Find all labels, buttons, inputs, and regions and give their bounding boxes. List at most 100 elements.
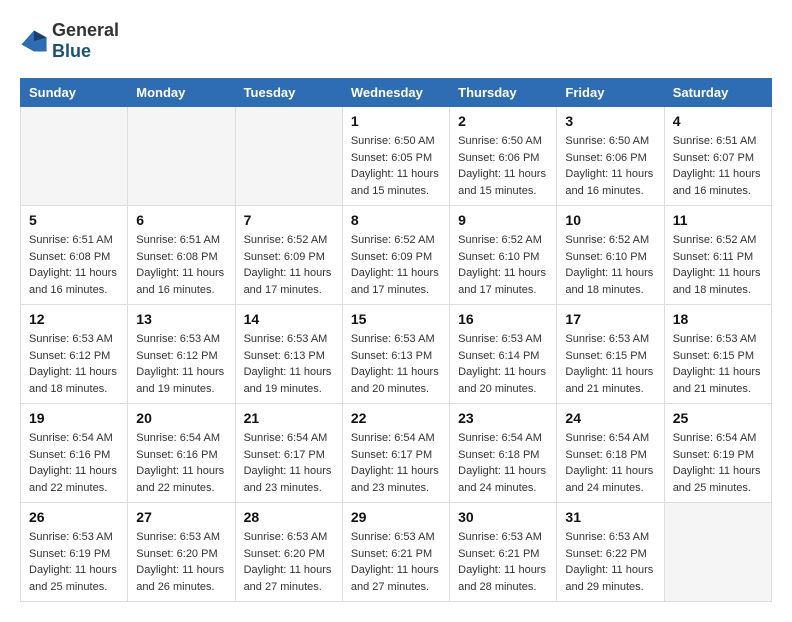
day-info: Sunrise: 6:52 AMSunset: 6:09 PMDaylight:… — [244, 232, 334, 298]
sunset-text: Sunset: 6:08 PM — [136, 249, 226, 266]
sunset-text: Sunset: 6:06 PM — [565, 150, 655, 167]
day-number: 22 — [351, 410, 441, 426]
calendar-cell-4-3: 21 Sunrise: 6:54 AMSunset: 6:17 PMDayligh… — [235, 404, 342, 503]
sunset-text: Sunset: 6:19 PM — [673, 447, 763, 464]
calendar-cell-2-2: 6Sunrise: 6:51 AMSunset: 6:08 PMDaylight… — [128, 206, 235, 305]
calendar-cell-3-1: 12 Sunrise: 6:53 AMSunset: 6:12 PMDayligh… — [21, 305, 128, 404]
day-number: 15 — [351, 311, 441, 327]
day-info: Sunrise: 6:54 AMSunset: 6:18 PMDaylight:… — [565, 430, 655, 496]
sunset-text: Sunset: 6:10 PM — [565, 249, 655, 266]
weekday-header-wednesday: Wednesday — [342, 79, 449, 107]
sunrise-text: Sunrise: 6:53 AM — [29, 529, 119, 546]
sunset-text: Sunset: 6:09 PM — [351, 249, 441, 266]
calendar-cell-4-1: 19Sunrise: 6:54 AMSunset: 6:16 PMDayligh… — [21, 404, 128, 503]
calendar: SundayMondayTuesdayWednesdayThursdayFrid… — [20, 78, 772, 602]
day-info: Sunrise: 6:51 AMSunset: 6:07 PMDaylight:… — [673, 133, 763, 199]
daylight-text: Daylight: 11 hours and 15 minutes. — [458, 166, 548, 199]
calendar-cell-1-4: 1Sunrise: 6:50 AMSunset: 6:05 PMDaylight… — [342, 107, 449, 206]
calendar-cell-4-7: 25Sunrise: 6:54 AMSunset: 6:19 PMDayligh… — [664, 404, 771, 503]
weekday-header-tuesday: Tuesday — [235, 79, 342, 107]
day-number: 27 — [136, 509, 226, 525]
calendar-cell-2-6: 10 Sunrise: 6:52 AMSunset: 6:10 PMDayligh… — [557, 206, 664, 305]
day-info: Sunrise: 6:54 AMSunset: 6:17 PMDaylight:… — [351, 430, 441, 496]
calendar-cell-3-4: 15 Sunrise: 6:53 AMSunset: 6:13 PMDayligh… — [342, 305, 449, 404]
sunrise-text: Sunrise: 6:54 AM — [136, 430, 226, 447]
day-info: Sunrise: 6:53 AMSunset: 6:19 PMDaylight:… — [29, 529, 119, 595]
weekday-header-friday: Friday — [557, 79, 664, 107]
calendar-cell-4-5: 23Sunrise: 6:54 AMSunset: 6:18 PMDayligh… — [450, 404, 557, 503]
sunrise-text: Sunrise: 6:54 AM — [244, 430, 334, 447]
day-info: Sunrise: 6:53 AMSunset: 6:14 PMDaylight:… — [458, 331, 548, 397]
sunset-text: Sunset: 6:19 PM — [29, 546, 119, 563]
daylight-text: Daylight: 11 hours and 16 minutes. — [565, 166, 655, 199]
day-info: Sunrise: 6:52 AMSunset: 6:09 PMDaylight:… — [351, 232, 441, 298]
sunrise-text: Sunrise: 6:53 AM — [565, 331, 655, 348]
day-number: 18 — [673, 311, 763, 327]
weekday-header-saturday: Saturday — [664, 79, 771, 107]
sunset-text: Sunset: 6:21 PM — [351, 546, 441, 563]
day-number: 31 — [565, 509, 655, 525]
sunset-text: Sunset: 6:14 PM — [458, 348, 548, 365]
weekday-header-monday: Monday — [128, 79, 235, 107]
calendar-cell-5-1: 26Sunrise: 6:53 AMSunset: 6:19 PMDayligh… — [21, 503, 128, 602]
sunset-text: Sunset: 6:15 PM — [673, 348, 763, 365]
week-row-5: 26Sunrise: 6:53 AMSunset: 6:19 PMDayligh… — [21, 503, 772, 602]
calendar-cell-1-6: 3Sunrise: 6:50 AMSunset: 6:06 PMDaylight… — [557, 107, 664, 206]
sunrise-text: Sunrise: 6:52 AM — [458, 232, 548, 249]
sunset-text: Sunset: 6:06 PM — [458, 150, 548, 167]
logo-icon — [20, 27, 48, 55]
day-info: Sunrise: 6:53 AMSunset: 6:20 PMDaylight:… — [136, 529, 226, 595]
calendar-cell-4-2: 20Sunrise: 6:54 AMSunset: 6:16 PMDayligh… — [128, 404, 235, 503]
day-number: 10 — [565, 212, 655, 228]
sunset-text: Sunset: 6:10 PM — [458, 249, 548, 266]
calendar-cell-3-6: 17Sunrise: 6:53 AMSunset: 6:15 PMDayligh… — [557, 305, 664, 404]
day-info: Sunrise: 6:52 AMSunset: 6:10 PMDaylight:… — [458, 232, 548, 298]
daylight-text: Daylight: 11 hours and 25 minutes. — [673, 463, 763, 496]
day-info: Sunrise: 6:52 AMSunset: 6:10 PMDaylight:… — [565, 232, 655, 298]
sunrise-text: Sunrise: 6:52 AM — [244, 232, 334, 249]
day-info: Sunrise: 6:53 AMSunset: 6:12 PMDaylight:… — [29, 331, 119, 397]
day-info: Sunrise: 6:53 AMSunset: 6:21 PMDaylight:… — [351, 529, 441, 595]
daylight-text: Daylight: 11 hours and 18 minutes. — [29, 364, 119, 397]
daylight-text: Daylight: 11 hours and 17 minutes. — [458, 265, 548, 298]
day-info: Sunrise: 6:50 AMSunset: 6:06 PMDaylight:… — [565, 133, 655, 199]
sunrise-text: Sunrise: 6:50 AM — [458, 133, 548, 150]
sunrise-text: Sunrise: 6:54 AM — [673, 430, 763, 447]
day-number: 5 — [29, 212, 119, 228]
calendar-cell-3-2: 13Sunrise: 6:53 AMSunset: 6:12 PMDayligh… — [128, 305, 235, 404]
day-info: Sunrise: 6:53 AMSunset: 6:13 PMDaylight:… — [351, 331, 441, 397]
calendar-cell-4-6: 24 Sunrise: 6:54 AMSunset: 6:18 PMDayligh… — [557, 404, 664, 503]
day-info: Sunrise: 6:53 AMSunset: 6:21 PMDaylight:… — [458, 529, 548, 595]
calendar-cell-3-5: 16Sunrise: 6:53 AMSunset: 6:14 PMDayligh… — [450, 305, 557, 404]
sunrise-text: Sunrise: 6:53 AM — [351, 331, 441, 348]
day-number: 14 — [244, 311, 334, 327]
sunrise-text: Sunrise: 6:53 AM — [458, 529, 548, 546]
day-number: 24 — [565, 410, 655, 426]
sunset-text: Sunset: 6:17 PM — [244, 447, 334, 464]
calendar-cell-1-2 — [128, 107, 235, 206]
sunrise-text: Sunrise: 6:52 AM — [565, 232, 655, 249]
sunrise-text: Sunrise: 6:53 AM — [351, 529, 441, 546]
sunset-text: Sunset: 6:22 PM — [565, 546, 655, 563]
day-info: Sunrise: 6:50 AMSunset: 6:05 PMDaylight:… — [351, 133, 441, 199]
calendar-cell-5-5: 30Sunrise: 6:53 AMSunset: 6:21 PMDayligh… — [450, 503, 557, 602]
calendar-cell-2-1: 5Sunrise: 6:51 AMSunset: 6:08 PMDaylight… — [21, 206, 128, 305]
calendar-cell-1-7: 4Sunrise: 6:51 AMSunset: 6:07 PMDaylight… — [664, 107, 771, 206]
sunset-text: Sunset: 6:18 PM — [458, 447, 548, 464]
weekday-header-thursday: Thursday — [450, 79, 557, 107]
day-number: 21 — [244, 410, 334, 426]
sunset-text: Sunset: 6:12 PM — [29, 348, 119, 365]
day-number: 29 — [351, 509, 441, 525]
day-info: Sunrise: 6:53 AMSunset: 6:15 PMDaylight:… — [565, 331, 655, 397]
day-info: Sunrise: 6:54 AMSunset: 6:17 PMDaylight:… — [244, 430, 334, 496]
calendar-cell-2-5: 9Sunrise: 6:52 AMSunset: 6:10 PMDaylight… — [450, 206, 557, 305]
calendar-cell-1-1 — [21, 107, 128, 206]
sunrise-text: Sunrise: 6:54 AM — [351, 430, 441, 447]
daylight-text: Daylight: 11 hours and 22 minutes. — [29, 463, 119, 496]
calendar-cell-1-5: 2Sunrise: 6:50 AMSunset: 6:06 PMDaylight… — [450, 107, 557, 206]
calendar-cell-1-3 — [235, 107, 342, 206]
sunset-text: Sunset: 6:18 PM — [565, 447, 655, 464]
day-number: 12 — [29, 311, 119, 327]
daylight-text: Daylight: 11 hours and 22 minutes. — [136, 463, 226, 496]
sunset-text: Sunset: 6:13 PM — [244, 348, 334, 365]
